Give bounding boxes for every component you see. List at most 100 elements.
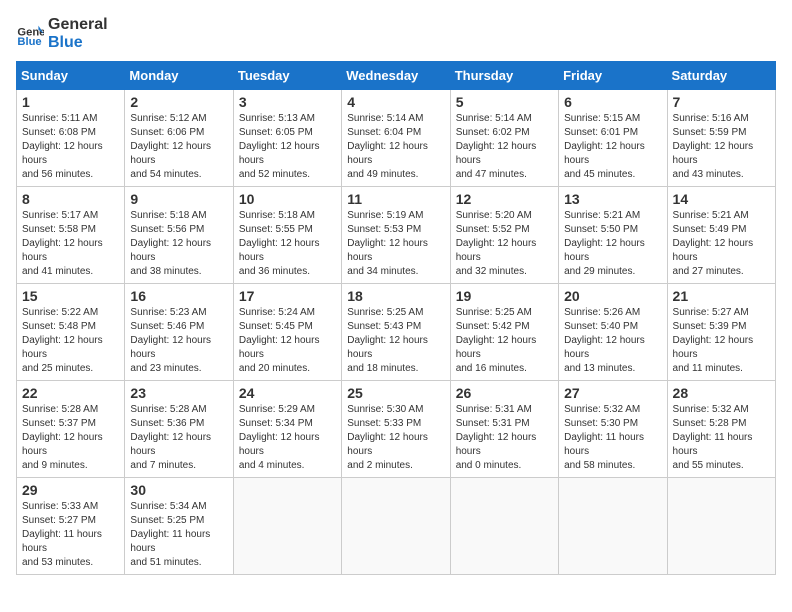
header-thursday: Thursday (450, 62, 558, 90)
logo-line1: General (48, 16, 108, 34)
table-row: 11 Sunrise: 5:19 AMSunset: 5:53 PMDayligh… (342, 187, 450, 284)
day-info: Sunrise: 5:29 AMSunset: 5:34 PMDaylight:… (239, 403, 336, 473)
day-info: Sunrise: 5:21 AMSunset: 5:50 PMDaylight:… (564, 209, 661, 279)
page-header: General Blue General Blue (16, 16, 776, 51)
day-info: Sunrise: 5:24 AMSunset: 5:45 PMDaylight:… (239, 306, 336, 376)
day-number: 2 (130, 94, 227, 110)
day-number: 4 (347, 94, 444, 110)
day-info: Sunrise: 5:14 AMSunset: 6:04 PMDaylight:… (347, 112, 444, 182)
table-row: 5 Sunrise: 5:14 AMSunset: 6:02 PMDaylight… (450, 90, 558, 187)
day-info: Sunrise: 5:27 AMSunset: 5:39 PMDaylight:… (673, 306, 770, 376)
day-number: 6 (564, 94, 661, 110)
table-row: 6Sunrise: 5:15 AMSunset: 6:01 PMDaylight… (559, 90, 667, 187)
day-number: 11 (347, 191, 444, 207)
empty-cell (450, 478, 558, 575)
table-row: 20Sunrise: 5:26 AMSunset: 5:40 PMDayligh… (559, 284, 667, 381)
day-info: Sunrise: 5:11 AMSunset: 6:08 PMDaylight:… (22, 112, 119, 182)
table-row: 25Sunrise: 5:30 AMSunset: 5:33 PMDayligh… (342, 381, 450, 478)
day-info: Sunrise: 5:17 AMSunset: 5:58 PMDaylight:… (22, 209, 119, 279)
day-info: Sunrise: 5:19 AMSunset: 5:53 PMDaylight:… (347, 209, 444, 279)
table-row: 10 Sunrise: 5:18 AMSunset: 5:55 PMDayligh… (233, 187, 341, 284)
calendar-week-row: 15Sunrise: 5:22 AMSunset: 5:48 PMDayligh… (17, 284, 776, 381)
day-number: 21 (673, 288, 770, 304)
day-number: 8 (22, 191, 119, 207)
day-info: Sunrise: 5:30 AMSunset: 5:33 PMDaylight:… (347, 403, 444, 473)
day-number: 29 (22, 482, 119, 498)
day-number: 27 (564, 385, 661, 401)
day-info: Sunrise: 5:25 AMSunset: 5:42 PMDaylight:… (456, 306, 553, 376)
day-info: Sunrise: 5:32 AMSunset: 5:28 PMDaylight:… (673, 403, 770, 473)
day-info: Sunrise: 5:28 AMSunset: 5:36 PMDaylight:… (130, 403, 227, 473)
day-number: 28 (673, 385, 770, 401)
day-number: 17 (239, 288, 336, 304)
day-number: 12 (456, 191, 553, 207)
header-friday: Friday (559, 62, 667, 90)
calendar-week-row: 29 Sunrise: 5:33 AMSunset: 5:27 PMDayligh… (17, 478, 776, 575)
day-number: 3 (239, 94, 336, 110)
table-row: 26 Sunrise: 5:31 AMSunset: 5:31 PMDayligh… (450, 381, 558, 478)
header-saturday: Saturday (667, 62, 775, 90)
day-number: 9 (130, 191, 227, 207)
day-info: Sunrise: 5:28 AMSunset: 5:37 PMDaylight:… (22, 403, 119, 473)
day-info: Sunrise: 5:14 AMSunset: 6:02 PMDaylight:… (456, 112, 553, 182)
day-info: Sunrise: 5:26 AMSunset: 5:40 PMDaylight:… (564, 306, 661, 376)
day-info: Sunrise: 5:31 AMSunset: 5:31 PMDaylight:… (456, 403, 553, 473)
table-row: 27Sunrise: 5:32 AMSunset: 5:30 PMDayligh… (559, 381, 667, 478)
table-row: 3 Sunrise: 5:13 AMSunset: 6:05 PMDaylight… (233, 90, 341, 187)
calendar-table: Sunday Monday Tuesday Wednesday Thursday… (16, 61, 776, 575)
header-sunday: Sunday (17, 62, 125, 90)
table-row: 21 Sunrise: 5:27 AMSunset: 5:39 PMDayligh… (667, 284, 775, 381)
day-info: Sunrise: 5:33 AMSunset: 5:27 PMDaylight:… (22, 500, 119, 570)
day-number: 7 (673, 94, 770, 110)
logo-icon: General Blue (16, 20, 44, 48)
table-row: 8 Sunrise: 5:17 AMSunset: 5:58 PMDaylight… (17, 187, 125, 284)
day-info: Sunrise: 5:23 AMSunset: 5:46 PMDaylight:… (130, 306, 227, 376)
day-number: 22 (22, 385, 119, 401)
day-number: 1 (22, 94, 119, 110)
day-info: Sunrise: 5:21 AMSunset: 5:49 PMDaylight:… (673, 209, 770, 279)
svg-text:Blue: Blue (17, 36, 41, 48)
calendar-week-row: 1 Sunrise: 5:11 AMSunset: 6:08 PMDaylight… (17, 90, 776, 187)
empty-cell (667, 478, 775, 575)
calendar-week-row: 22 Sunrise: 5:28 AMSunset: 5:37 PMDayligh… (17, 381, 776, 478)
table-row: 29 Sunrise: 5:33 AMSunset: 5:27 PMDayligh… (17, 478, 125, 575)
empty-cell (342, 478, 450, 575)
logo: General Blue General Blue (16, 16, 108, 51)
table-row: 7 Sunrise: 5:16 AMSunset: 5:59 PMDaylight… (667, 90, 775, 187)
day-number: 13 (564, 191, 661, 207)
day-number: 18 (347, 288, 444, 304)
day-number: 15 (22, 288, 119, 304)
day-info: Sunrise: 5:20 AMSunset: 5:52 PMDaylight:… (456, 209, 553, 279)
table-row: 19 Sunrise: 5:25 AMSunset: 5:42 PMDayligh… (450, 284, 558, 381)
day-info: Sunrise: 5:13 AMSunset: 6:05 PMDaylight:… (239, 112, 336, 182)
empty-cell (233, 478, 341, 575)
logo-line2: Blue (48, 34, 108, 52)
day-info: Sunrise: 5:12 AMSunset: 6:06 PMDaylight:… (130, 112, 227, 182)
day-info: Sunrise: 5:16 AMSunset: 5:59 PMDaylight:… (673, 112, 770, 182)
table-row: 16 Sunrise: 5:23 AMSunset: 5:46 PMDayligh… (125, 284, 233, 381)
day-number: 10 (239, 191, 336, 207)
table-row: 28 Sunrise: 5:32 AMSunset: 5:28 PMDayligh… (667, 381, 775, 478)
day-number: 14 (673, 191, 770, 207)
table-row: 12 Sunrise: 5:20 AMSunset: 5:52 PMDayligh… (450, 187, 558, 284)
day-info: Sunrise: 5:18 AMSunset: 5:55 PMDaylight:… (239, 209, 336, 279)
header-monday: Monday (125, 62, 233, 90)
table-row: 4 Sunrise: 5:14 AMSunset: 6:04 PMDaylight… (342, 90, 450, 187)
day-number: 24 (239, 385, 336, 401)
day-number: 5 (456, 94, 553, 110)
day-number: 16 (130, 288, 227, 304)
table-row: 13 Sunrise: 5:21 AMSunset: 5:50 PMDayligh… (559, 187, 667, 284)
table-row: 14 Sunrise: 5:21 AMSunset: 5:49 PMDayligh… (667, 187, 775, 284)
day-number: 23 (130, 385, 227, 401)
table-row: 22 Sunrise: 5:28 AMSunset: 5:37 PMDayligh… (17, 381, 125, 478)
empty-cell (559, 478, 667, 575)
day-number: 26 (456, 385, 553, 401)
day-number: 19 (456, 288, 553, 304)
table-row: 1 Sunrise: 5:11 AMSunset: 6:08 PMDaylight… (17, 90, 125, 187)
table-row: 30Sunrise: 5:34 AMSunset: 5:25 PMDayligh… (125, 478, 233, 575)
header-wednesday: Wednesday (342, 62, 450, 90)
table-row: 17 Sunrise: 5:24 AMSunset: 5:45 PMDayligh… (233, 284, 341, 381)
calendar-week-row: 8 Sunrise: 5:17 AMSunset: 5:58 PMDaylight… (17, 187, 776, 284)
weekday-header-row: Sunday Monday Tuesday Wednesday Thursday… (17, 62, 776, 90)
table-row: 24 Sunrise: 5:29 AMSunset: 5:34 PMDayligh… (233, 381, 341, 478)
